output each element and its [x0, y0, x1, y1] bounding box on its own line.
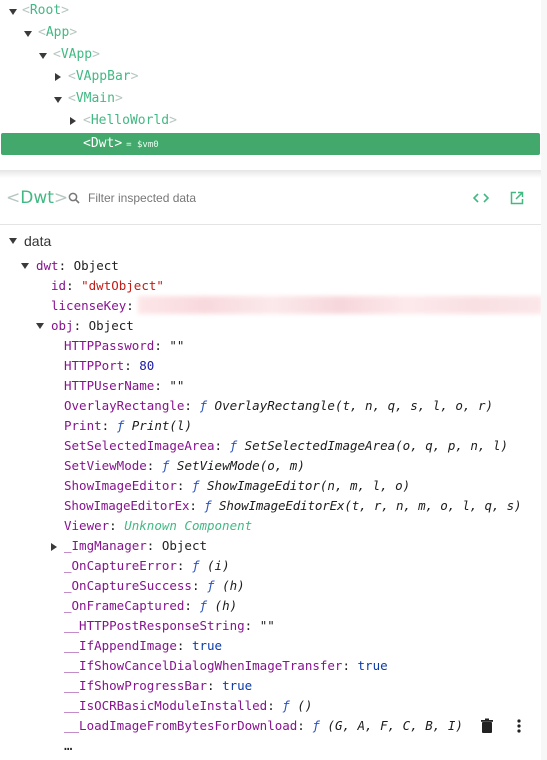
prop-row-dwt[interactable]: dwt: Object	[36, 256, 119, 276]
more-vert-icon[interactable]	[516, 718, 522, 734]
prop-row[interactable]: __IfAppendImage: true	[64, 636, 222, 656]
collapse-arrow-icon[interactable]	[51, 543, 57, 551]
data-section-label[interactable]: data	[24, 231, 51, 251]
prop-row[interactable]: ShowImageEditor: ƒ ShowImageEditor(n, m,…	[64, 476, 410, 496]
expand-arrow-icon[interactable]	[54, 97, 62, 103]
expand-arrow-icon[interactable]	[39, 53, 47, 59]
prop-row[interactable]: __HTTPPostResponseString: ""	[64, 616, 275, 636]
prop-row[interactable]: __IfShowCancelDialogWhenImageTransfer: t…	[64, 656, 388, 676]
scrollbar[interactable]	[541, 0, 547, 760]
prop-row[interactable]: OverlayRectangle: ƒ OverlayRectangle(t, …	[64, 396, 493, 416]
prop-row[interactable]: __LoadImageFromBytesForDownload: ƒ (G, A…	[64, 716, 463, 736]
prop-row[interactable]: __IsOCRBasicModuleInstalled: ƒ ()	[64, 696, 312, 716]
prop-row[interactable]: ShowImageEditorEx: ƒ ShowImageEditorEx(t…	[64, 496, 521, 516]
collapse-arrow-icon[interactable]	[55, 73, 61, 81]
prop-row[interactable]: SetSelectedImageArea: ƒ SetSelectedImage…	[64, 436, 508, 456]
code-icon[interactable]	[473, 191, 489, 205]
prop-row[interactable]: Viewer: Unknown Component	[64, 516, 252, 536]
more-props-ellipsis[interactable]: …	[64, 736, 72, 756]
prop-row[interactable]: _OnCaptureSuccess: ƒ (h)	[64, 576, 245, 596]
prop-row[interactable]: _OnCaptureError: ƒ (i)	[64, 556, 230, 576]
tree-node-helloworld[interactable]: <HelloWorld>	[83, 111, 177, 131]
tree-node-vapp[interactable]: <VApp>	[53, 45, 100, 65]
expand-arrow-icon[interactable]	[36, 323, 44, 329]
vm-reference: = $vm0	[126, 140, 159, 150]
pane-divider	[0, 170, 547, 178]
search-icon	[68, 192, 80, 204]
open-in-new-icon[interactable]	[510, 191, 524, 205]
prop-row[interactable]: HTTPPort: 80	[64, 356, 154, 376]
tree-node-app[interactable]: <App>	[38, 23, 77, 43]
prop-row[interactable]: __IfShowProgressBar: true	[64, 676, 252, 696]
prop-row-licensekey[interactable]: licenseKey:	[51, 296, 134, 316]
prop-row[interactable]: HTTPUserName: ""	[64, 376, 184, 396]
tree-node-dwt-selected[interactable]: <Dwt> = $vm0	[1, 133, 540, 155]
prop-row-obj[interactable]: obj: Object	[51, 316, 134, 336]
prop-row[interactable]: _ImgManager: Object	[64, 536, 207, 556]
section-expand-arrow-icon[interactable]	[9, 238, 17, 244]
trash-icon[interactable]	[480, 718, 494, 734]
filter-input[interactable]	[88, 189, 408, 207]
tree-node-vappbar[interactable]: <VAppBar>	[68, 67, 138, 87]
redacted-value	[138, 296, 542, 314]
prop-row-id[interactable]: id: "dwtObject"	[51, 276, 164, 296]
tree-node-vmain[interactable]: <VMain>	[68, 89, 123, 109]
prop-row[interactable]: _OnFrameCaptured: ƒ (h)	[64, 596, 237, 616]
expand-arrow-icon[interactable]	[24, 31, 32, 37]
collapse-arrow-icon[interactable]	[70, 117, 76, 125]
prop-row[interactable]: SetViewMode: ƒ SetViewMode(o, m)	[64, 456, 305, 476]
prop-row[interactable]: Print: ƒ Print(l)	[64, 416, 192, 436]
prop-row[interactable]: HTTPPassword: ""	[64, 336, 184, 356]
tree-node-root[interactable]: <Root>	[22, 1, 69, 21]
selected-node-label: <Dwt> = $vm0	[83, 136, 159, 151]
inspected-component-title: <Dwt>	[6, 188, 69, 208]
expand-arrow-icon[interactable]	[9, 9, 17, 15]
expand-arrow-icon[interactable]	[21, 263, 29, 269]
